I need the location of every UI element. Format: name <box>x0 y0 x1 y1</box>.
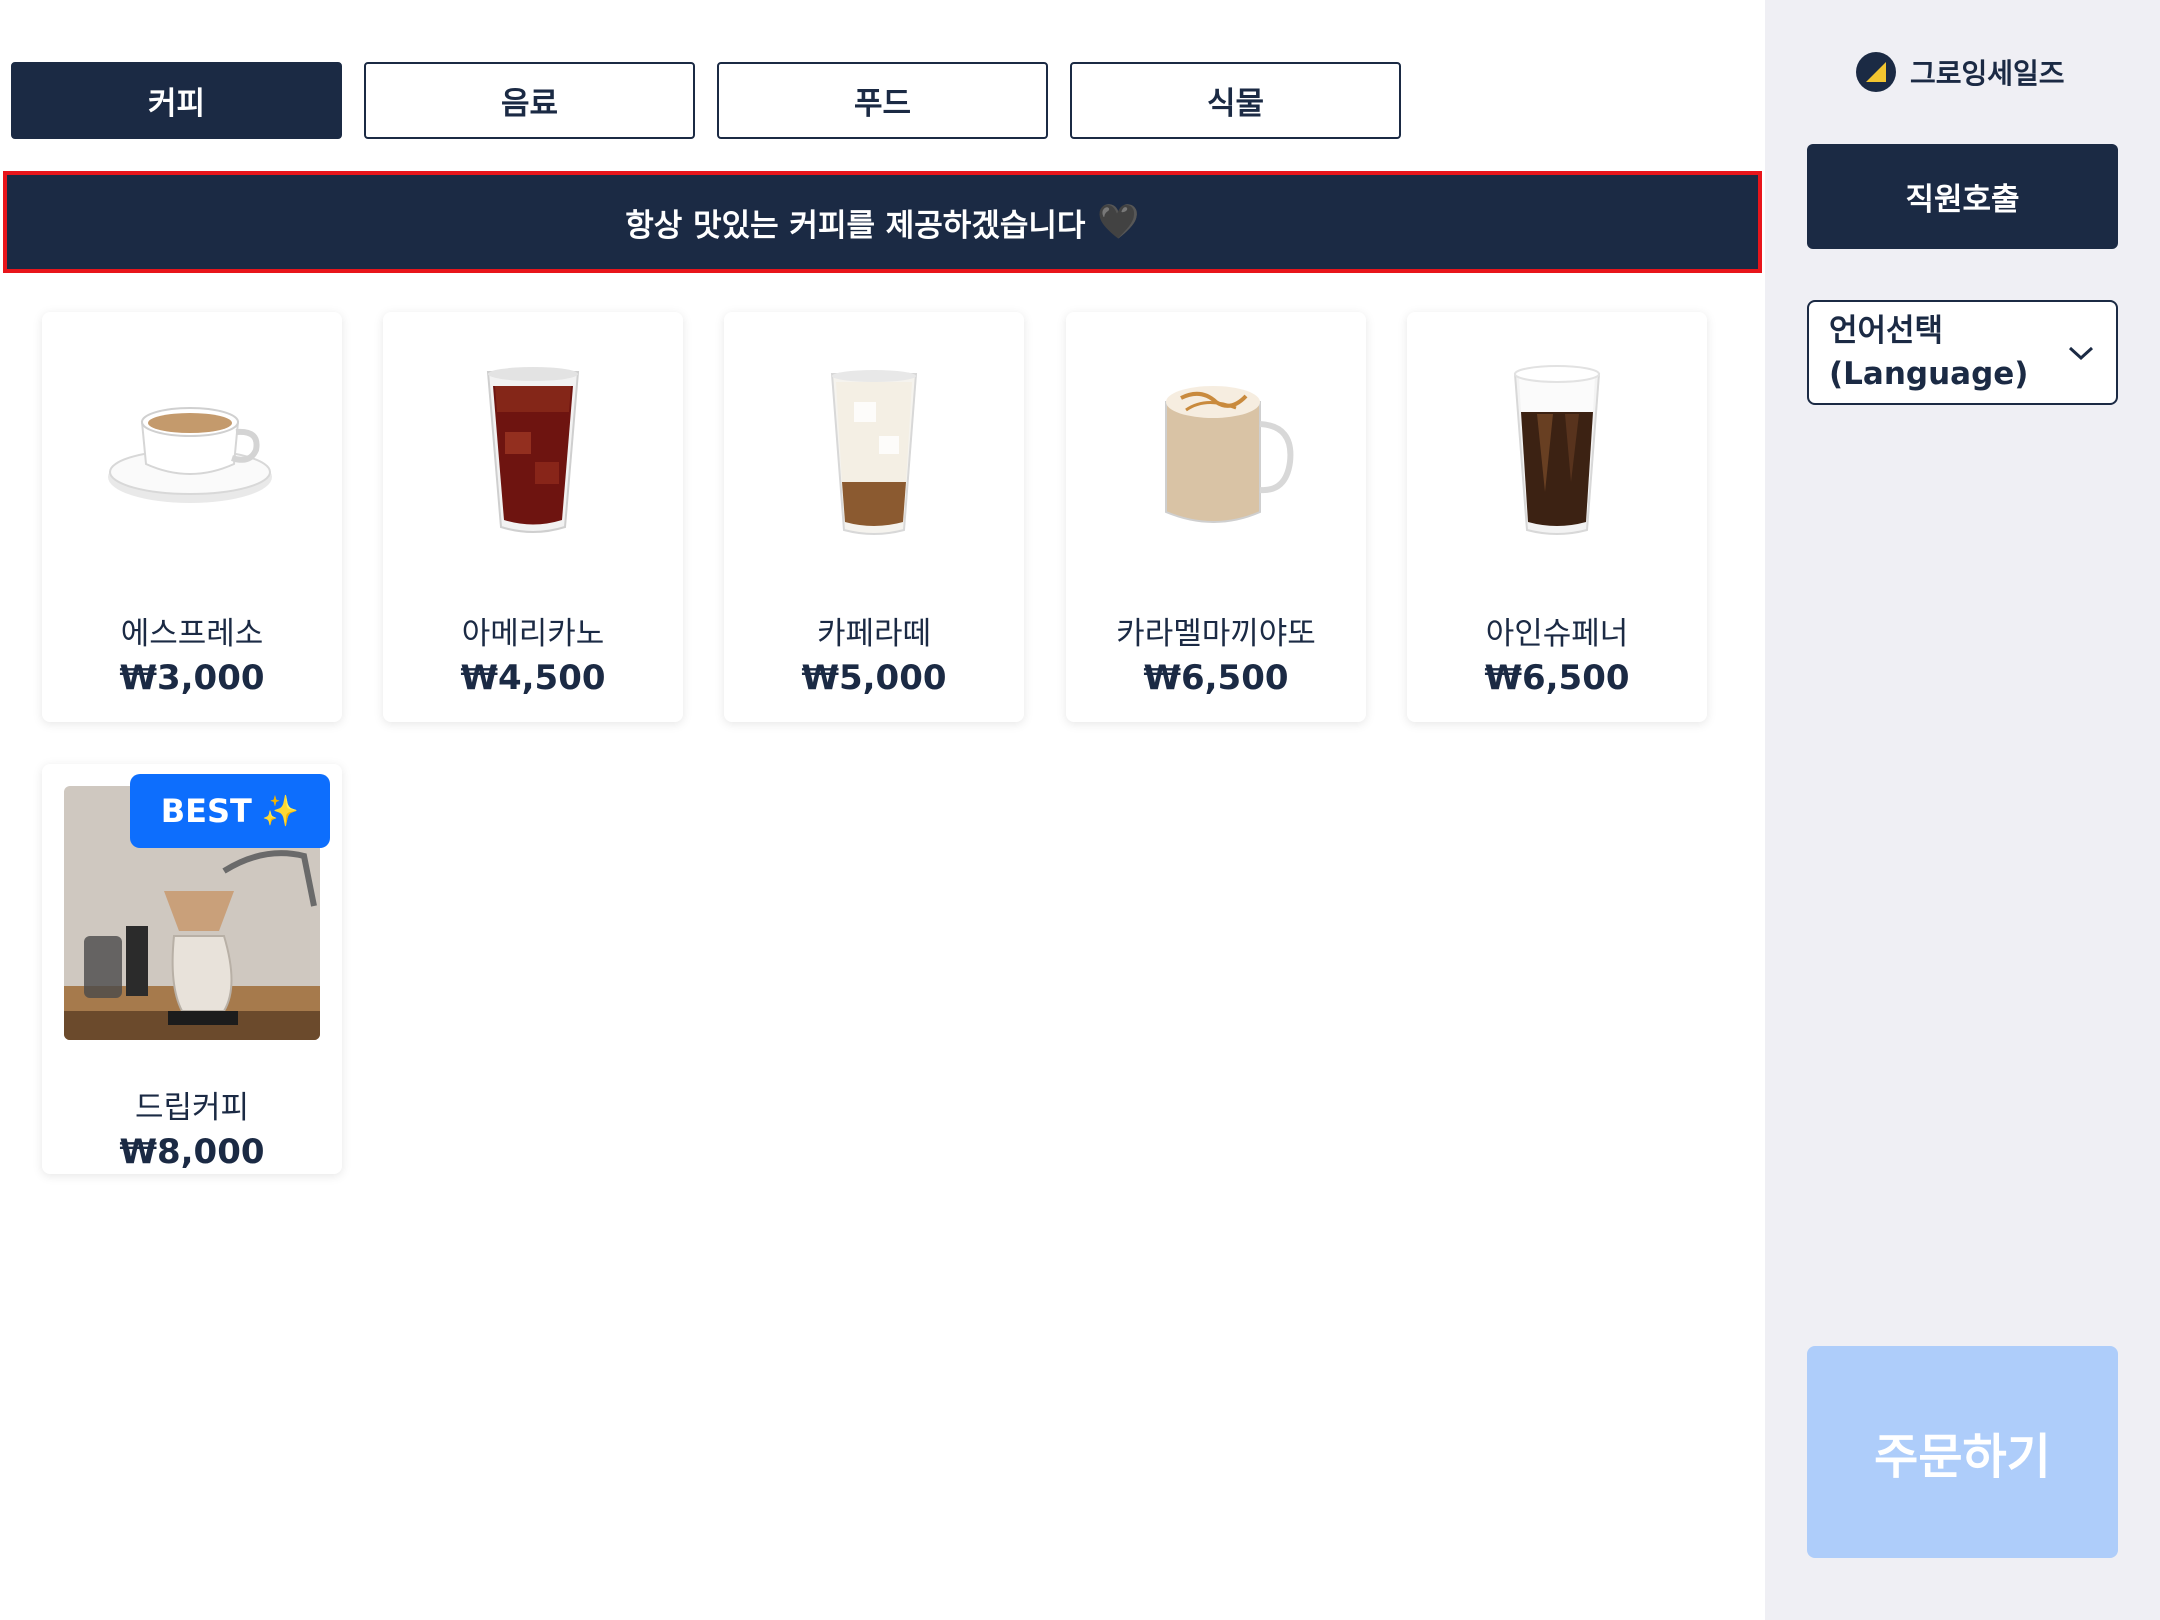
product-name: 드립커피 <box>134 1090 250 1126</box>
staff-call-button[interactable]: 직원호출 <box>1807 144 2118 249</box>
product-price: ₩6,500 <box>1143 658 1289 698</box>
espresso-cup-icon <box>108 407 272 503</box>
banner-text: 항상 맛있는 커피를 제공하겠습니다 <box>625 207 1086 244</box>
best-badge: BEST ✨ <box>130 774 330 848</box>
product-price: ₩8,000 <box>119 1132 265 1172</box>
product-card-caramel-macchiato[interactable]: 카라멜마끼야또 ₩6,500 <box>1066 312 1366 722</box>
product-card-americano[interactable]: 아메리카노 ₩4,500 <box>383 312 683 722</box>
category-tabs: 커피 음료 푸드 식물 <box>11 62 1401 139</box>
brand: 그로잉세일즈 <box>1856 52 2065 92</box>
product-card-drip-coffee[interactable]: BEST ✨ 드립커피 ₩8,000 <box>42 764 342 1174</box>
tab-food[interactable]: 푸드 <box>717 62 1048 139</box>
caramel-macchiato-mug-icon <box>1165 386 1294 523</box>
product-name: 카라멜마끼야또 <box>1116 616 1316 652</box>
black-heart-icon: 🖤 <box>1097 202 1140 242</box>
chevron-down-icon <box>2068 346 2094 360</box>
iced-latte-icon <box>830 370 918 535</box>
product-card-latte[interactable]: 카페라떼 ₩5,000 <box>724 312 1024 722</box>
menu-area: 커피 음료 푸드 식물 항상 맛있는 커피를 제공하겠습니다 🖤 에스프레소 ₩… <box>0 0 1765 1620</box>
sparkles-icon: ✨ <box>261 793 300 829</box>
product-name: 아인슈페너 <box>1485 616 1629 652</box>
product-name: 에스프레소 <box>120 616 264 652</box>
language-select-label: 언어선택 (Language) <box>1829 310 2028 396</box>
tab-coffee[interactable]: 커피 <box>11 62 342 139</box>
order-button[interactable]: 주문하기 <box>1807 1346 2118 1558</box>
tab-beverage[interactable]: 음료 <box>364 62 695 139</box>
product-price: ₩3,000 <box>119 658 265 698</box>
iced-americano-icon <box>486 367 580 533</box>
product-price: ₩6,500 <box>1484 658 1630 698</box>
promo-banner: 항상 맛있는 커피를 제공하겠습니다 🖤 <box>3 171 1762 273</box>
product-card-einspanner[interactable]: 아인슈페너 ₩6,500 <box>1407 312 1707 722</box>
best-badge-label: BEST <box>160 792 252 830</box>
language-select[interactable]: 언어선택 (Language) <box>1807 300 2118 405</box>
brand-name: 그로잉세일즈 <box>1910 57 2065 90</box>
language-label-line2: (Language) <box>1829 355 2029 392</box>
einspanner-glass-icon <box>1513 365 1601 535</box>
product-price: ₩4,500 <box>460 658 606 698</box>
product-price: ₩5,000 <box>801 658 947 698</box>
product-name: 아메리카노 <box>461 616 605 652</box>
product-name: 카페라떼 <box>816 616 932 652</box>
tab-plant[interactable]: 식물 <box>1070 62 1401 139</box>
product-card-espresso[interactable]: 에스프레소 ₩3,000 <box>42 312 342 722</box>
language-label-line1: 언어선택 <box>1829 312 1944 349</box>
brand-logo-icon <box>1856 52 1896 92</box>
